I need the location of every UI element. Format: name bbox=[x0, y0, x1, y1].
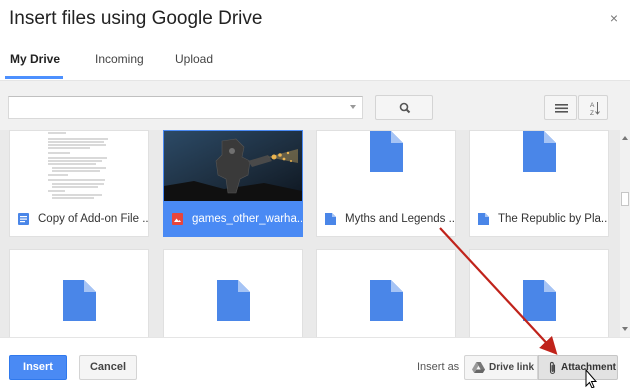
file-card-selected[interactable]: games_other_warha... bbox=[163, 130, 303, 237]
scrollbar-thumb[interactable] bbox=[621, 192, 629, 206]
insert-as-label: Insert as bbox=[417, 361, 460, 373]
document-preview bbox=[48, 132, 108, 199]
active-tab-indicator bbox=[5, 76, 63, 79]
insert-button[interactable]: Insert bbox=[9, 355, 67, 380]
file-label: The Republic by Pla... bbox=[470, 201, 608, 237]
image-preview bbox=[164, 131, 302, 201]
file-card[interactable] bbox=[9, 249, 149, 337]
file-thumbnail bbox=[10, 131, 148, 201]
tab-bar: My Drive Incoming Upload bbox=[0, 44, 630, 79]
file-label: games_other_warha... bbox=[164, 201, 302, 237]
file-card[interactable] bbox=[163, 249, 303, 337]
file-card[interactable] bbox=[316, 249, 456, 337]
sort-az-icon: A Z bbox=[590, 102, 600, 117]
dialog-footer: Insert Cancel Insert as Drive link Attac… bbox=[0, 337, 630, 388]
scroll-up-icon[interactable] bbox=[622, 136, 628, 140]
close-icon[interactable]: × bbox=[610, 10, 618, 26]
document-icon bbox=[325, 213, 336, 225]
file-name: The Republic by Pla... bbox=[498, 213, 608, 225]
list-view-icon bbox=[555, 104, 568, 113]
search-input[interactable] bbox=[9, 97, 339, 118]
image-icon bbox=[172, 213, 183, 225]
document-icon bbox=[18, 213, 29, 225]
toolbar: A Z bbox=[0, 80, 630, 130]
sort-button[interactable]: A Z bbox=[578, 95, 608, 120]
file-card[interactable]: The Republic by Pla... bbox=[469, 130, 609, 237]
document-thumbnail-icon bbox=[523, 280, 556, 321]
document-thumbnail-icon bbox=[370, 280, 403, 321]
search-options-dropdown-icon[interactable] bbox=[350, 105, 356, 109]
search-box bbox=[8, 96, 363, 119]
search-button[interactable] bbox=[375, 95, 433, 120]
attachment-label: Attachment bbox=[561, 362, 617, 373]
drive-icon bbox=[472, 362, 485, 373]
document-thumbnail-icon bbox=[370, 131, 403, 172]
tab-upload[interactable]: Upload bbox=[175, 52, 213, 66]
file-name: Myths and Legends ... bbox=[345, 213, 455, 225]
attachment-button[interactable]: Attachment bbox=[538, 355, 618, 380]
file-card[interactable]: Copy of Add-on File ... bbox=[9, 130, 149, 237]
file-label: Copy of Add-on File ... bbox=[10, 201, 148, 237]
file-name: Copy of Add-on File ... bbox=[38, 213, 148, 225]
drive-link-button[interactable]: Drive link bbox=[464, 355, 538, 380]
document-thumbnail-icon bbox=[217, 280, 250, 321]
document-thumbnail-icon bbox=[523, 131, 556, 172]
list-view-button[interactable] bbox=[544, 95, 577, 120]
file-card[interactable] bbox=[469, 249, 609, 337]
tab-incoming[interactable]: Incoming bbox=[95, 52, 144, 66]
svg-text:A: A bbox=[590, 102, 595, 109]
file-grid: Copy of Add-on File ... games_other_warh… bbox=[0, 130, 630, 337]
file-label: Myths and Legends ... bbox=[317, 201, 455, 237]
file-thumbnail bbox=[317, 131, 455, 201]
svg-text:Z: Z bbox=[590, 110, 594, 117]
vertical-scrollbar[interactable] bbox=[620, 130, 630, 337]
document-icon bbox=[478, 213, 489, 225]
document-thumbnail-icon bbox=[63, 280, 96, 321]
dialog-title: Insert files using Google Drive bbox=[9, 8, 263, 29]
paperclip-icon bbox=[549, 361, 556, 375]
tab-my-drive[interactable]: My Drive bbox=[10, 52, 60, 66]
scroll-down-icon[interactable] bbox=[622, 327, 628, 331]
drive-link-label: Drive link bbox=[489, 362, 535, 373]
search-icon bbox=[399, 102, 411, 114]
cancel-button[interactable]: Cancel bbox=[79, 355, 137, 380]
file-name: games_other_warha... bbox=[192, 213, 302, 225]
file-card[interactable]: Myths and Legends ... bbox=[316, 130, 456, 237]
file-thumbnail bbox=[164, 131, 302, 201]
file-thumbnail bbox=[470, 131, 608, 201]
